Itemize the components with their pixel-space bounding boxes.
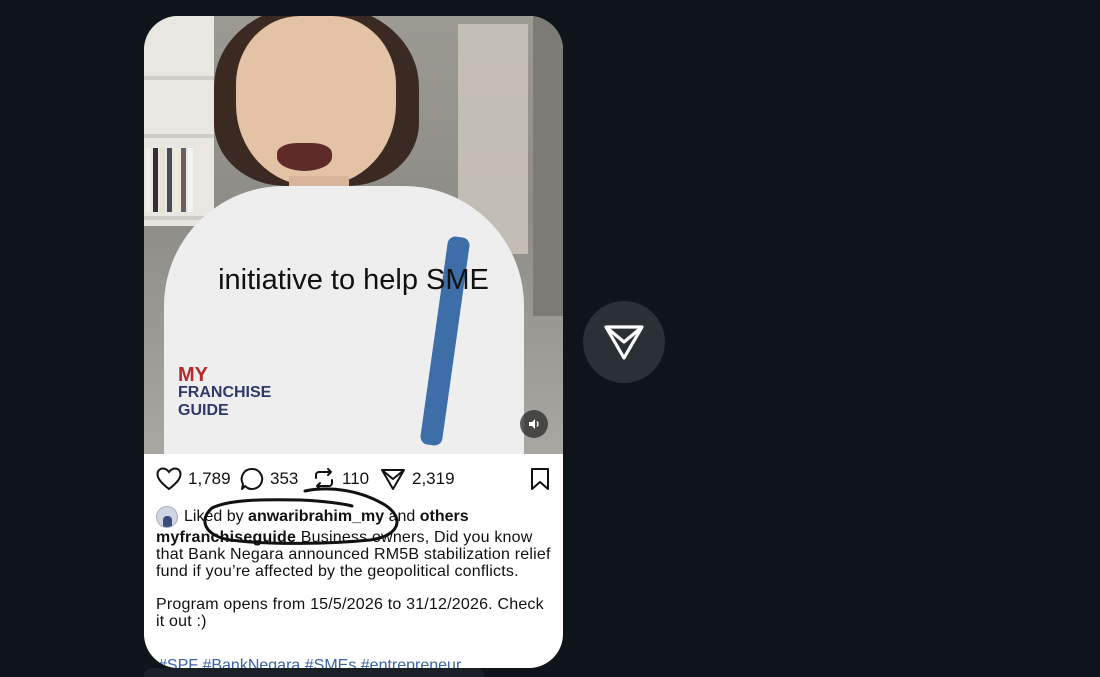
post-actions: 1,789 353 110 2,319 — [156, 464, 551, 494]
repost-icon — [315, 468, 333, 490]
mute-button[interactable] — [520, 410, 548, 438]
liked-by-prefix: Liked by — [184, 508, 244, 525]
share-triangle-icon — [604, 325, 644, 360]
post-caption: myfranchiseguide Business owners, Did yo… — [156, 529, 551, 646]
liked-by-others-link[interactable]: others — [420, 508, 469, 526]
liked-by-connector: and — [388, 508, 416, 525]
post-video[interactable]: MY FRANCHISE GUIDE initiative to help SM… — [144, 16, 563, 454]
speaker-icon — [529, 419, 539, 429]
repost-button[interactable]: 110 — [312, 464, 369, 494]
like-count: 1,789 — [188, 469, 231, 488]
bookshelf — [144, 16, 214, 226]
person-mouth — [277, 143, 332, 171]
liked-by-user-link[interactable]: anwaribrahim_my — [248, 508, 384, 526]
caption-paragraph-2: Program opens from 15/5/2026 to 31/12/20… — [156, 596, 544, 630]
caption-hashtags[interactable]: #SPF #BankNegara #SMEs #entrepreneur — [158, 657, 461, 668]
comment-button[interactable]: 353 — [240, 464, 298, 494]
share-fab-button[interactable] — [583, 301, 665, 383]
video-caption-overlay: initiative to help SME — [218, 264, 489, 296]
repost-count: 110 — [342, 469, 370, 488]
comment-count: 353 — [270, 469, 299, 488]
bookmark-icon — [531, 468, 549, 490]
next-post-edge — [144, 668, 484, 677]
caption-username[interactable]: myfranchiseguide — [156, 529, 296, 546]
bookmark-button[interactable] — [529, 464, 551, 494]
liked-by-line: Liked by anwaribrahim_my and others — [156, 506, 551, 528]
like-button[interactable]: 1,789 — [156, 464, 231, 494]
shirt-logo: MY FRANCHISE GUIDE — [178, 364, 272, 419]
heart-icon — [156, 467, 182, 491]
comment-icon — [240, 467, 264, 490]
avatar[interactable] — [156, 506, 178, 528]
post-card: MY FRANCHISE GUIDE initiative to help SM… — [144, 16, 563, 668]
share-icon — [381, 469, 405, 490]
share-count: 2,319 — [412, 469, 455, 488]
share-button[interactable]: 2,319 — [380, 464, 455, 494]
